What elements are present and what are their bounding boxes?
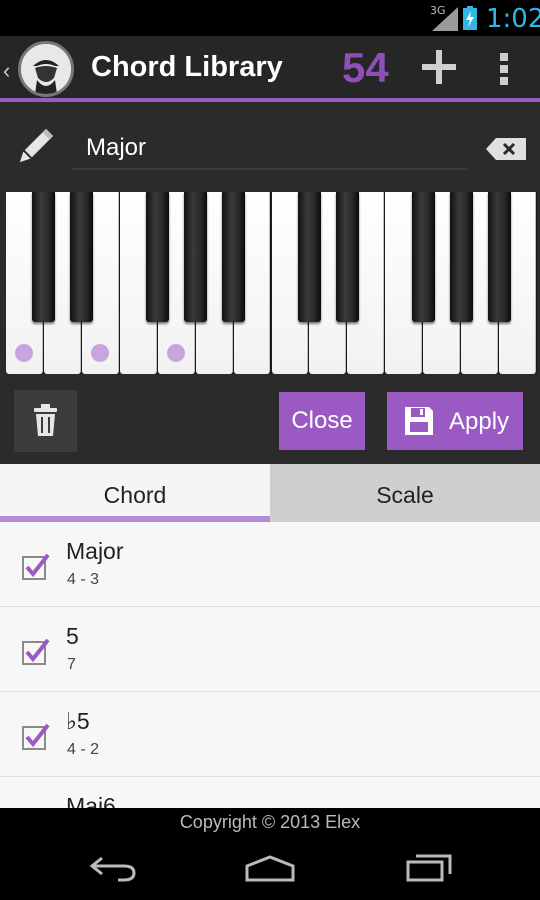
tab-scale-label: Scale xyxy=(376,482,434,508)
black-key[interactable] xyxy=(222,192,246,322)
black-key[interactable] xyxy=(146,192,170,322)
list-item[interactable]: 5 7 xyxy=(0,607,540,692)
black-key[interactable] xyxy=(449,192,473,322)
chord-name: ♭5 xyxy=(66,708,90,734)
checkbox-checked-icon[interactable] xyxy=(22,722,50,750)
navigation-bar xyxy=(0,836,540,900)
chord-name-value: Major xyxy=(86,134,147,161)
list-item[interactable]: Maj6 xyxy=(0,777,540,808)
close-button[interactable]: Close xyxy=(279,392,365,450)
tab-bar: Chord Scale xyxy=(0,464,540,522)
battery-charging-icon xyxy=(463,6,477,30)
chord-editor: Major Close Apply xyxy=(0,102,540,464)
chord-name-field[interactable]: Major xyxy=(72,126,468,170)
app-logo[interactable] xyxy=(18,41,74,97)
add-icon[interactable] xyxy=(420,48,458,86)
chord-count: 54 xyxy=(342,44,389,91)
chord-name: Maj6 xyxy=(66,793,116,808)
black-key[interactable] xyxy=(32,192,56,322)
detective-icon xyxy=(21,44,71,94)
recent-apps-icon[interactable] xyxy=(404,852,454,882)
copyright-text: Copyright © 2013 Elex xyxy=(0,808,540,836)
chord-intervals: 4 - 2 xyxy=(67,741,100,758)
chord-intervals: 7 xyxy=(67,656,76,673)
overflow-menu-icon[interactable] xyxy=(497,52,511,86)
black-key[interactable] xyxy=(70,192,94,322)
chord-intervals: 4 - 3 xyxy=(67,571,100,588)
delete-button[interactable] xyxy=(14,390,77,452)
black-key[interactable] xyxy=(487,192,511,322)
action-bar: ‹ Chord Library 54 xyxy=(0,36,540,102)
checkbox-checked-icon[interactable] xyxy=(22,637,50,665)
apply-button[interactable]: Apply xyxy=(387,392,523,450)
save-icon xyxy=(405,407,433,435)
list-item[interactable]: Major 4 - 3 xyxy=(0,522,540,607)
apply-label: Apply xyxy=(449,408,510,435)
black-key[interactable] xyxy=(411,192,435,322)
tab-chord[interactable]: Chord xyxy=(0,464,270,522)
signal-icon xyxy=(432,7,458,31)
chord-name: 5 xyxy=(66,623,79,649)
selected-note-dot xyxy=(166,344,185,362)
status-bar: 3G 1:02 xyxy=(0,0,540,36)
piano-keyboard[interactable] xyxy=(6,192,537,374)
black-key[interactable] xyxy=(297,192,321,322)
back-icon[interactable] xyxy=(88,854,138,882)
chord-name: Major xyxy=(66,538,124,564)
clock: 1:02 xyxy=(486,4,540,34)
checkbox-checked-icon[interactable] xyxy=(22,552,50,580)
tab-scale[interactable]: Scale xyxy=(270,464,540,522)
tab-chord-label: Chord xyxy=(103,482,167,508)
page-title: Chord Library xyxy=(91,51,283,83)
up-caret-icon[interactable]: ‹ xyxy=(3,58,10,84)
black-key[interactable] xyxy=(335,192,359,322)
selected-note-dot xyxy=(90,344,109,362)
trash-icon xyxy=(34,404,57,436)
list-item[interactable]: ♭5 4 - 2 xyxy=(0,692,540,777)
selected-note-dot xyxy=(15,344,33,362)
black-key[interactable] xyxy=(184,192,208,322)
pencil-icon xyxy=(19,128,54,163)
chord-list: Major 4 - 3 5 7 ♭5 4 - 2 Maj6 xyxy=(0,522,540,808)
clear-text-icon[interactable] xyxy=(486,138,526,160)
home-icon[interactable] xyxy=(243,854,297,882)
